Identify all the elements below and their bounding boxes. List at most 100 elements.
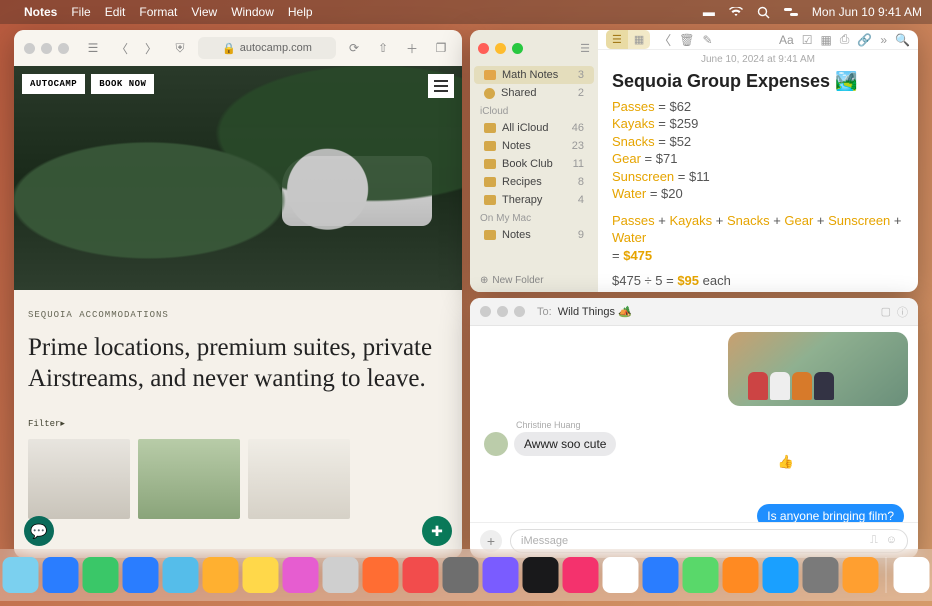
hamburger-menu-icon[interactable] bbox=[428, 74, 454, 98]
dock-launchpad-icon[interactable] bbox=[3, 557, 39, 593]
menu-edit[interactable]: Edit bbox=[105, 5, 126, 19]
folder-local-notes[interactable]: Notes9 bbox=[474, 226, 594, 244]
listing-thumbnail[interactable] bbox=[248, 439, 350, 519]
page-eyebrow: SEQUOIA ACCOMMODATIONS bbox=[28, 310, 448, 320]
notes-sidebar: ☰ Math Notes 3 Shared 2 iCloud All iClou… bbox=[470, 30, 598, 292]
trash-icon[interactable]: 🗑 bbox=[679, 33, 694, 47]
dock-pages-icon[interactable] bbox=[723, 557, 759, 593]
checklist-icon[interactable]: ☑ bbox=[802, 33, 813, 47]
menu-window[interactable]: Window bbox=[231, 5, 274, 19]
folder-icon bbox=[484, 123, 496, 133]
dock-facetime-icon[interactable] bbox=[243, 557, 279, 593]
folder-book-club[interactable]: Book Club11 bbox=[474, 155, 594, 173]
back-icon[interactable]: 〈 bbox=[111, 37, 133, 59]
avatar[interactable] bbox=[484, 432, 508, 456]
listing-thumbnail[interactable] bbox=[138, 439, 240, 519]
notes-window: ☰ Math Notes 3 Shared 2 iCloud All iClou… bbox=[470, 30, 918, 292]
traffic-lights[interactable] bbox=[478, 43, 523, 54]
control-center-icon[interactable] bbox=[784, 7, 798, 17]
dock-numbers-icon[interactable] bbox=[683, 557, 719, 593]
received-bubble[interactable]: Awww soo cute bbox=[514, 432, 616, 456]
dock-contacts-icon[interactable] bbox=[323, 557, 359, 593]
spotlight-icon[interactable] bbox=[757, 6, 770, 19]
dock-iphone-mirror-icon[interactable] bbox=[843, 557, 879, 593]
chat-fab-icon[interactable]: 💬 bbox=[24, 516, 54, 546]
note-datetime: June 10, 2024 at 9:41 AM bbox=[598, 50, 918, 67]
traffic-lights[interactable] bbox=[480, 306, 525, 317]
plus-icon: + bbox=[487, 533, 495, 549]
dock-news-icon[interactable] bbox=[563, 557, 599, 593]
dock-tv-icon[interactable] bbox=[483, 557, 519, 593]
emoji-picker-icon[interactable]: ☺ bbox=[886, 534, 897, 547]
dock-messages-icon[interactable] bbox=[83, 557, 119, 593]
compose-icon[interactable]: ✎ bbox=[703, 33, 713, 47]
search-icon[interactable]: 🔍 bbox=[895, 33, 910, 47]
listing-thumbnail[interactable] bbox=[28, 439, 130, 519]
dock-notes-icon[interactable] bbox=[403, 557, 439, 593]
folder-notes[interactable]: Notes23 bbox=[474, 137, 594, 155]
dock-music-icon[interactable] bbox=[523, 557, 559, 593]
sidebar-toggle-icon[interactable]: ☰ bbox=[580, 42, 590, 55]
shield-icon[interactable]: ⛨ bbox=[169, 37, 191, 59]
menubar: Notes File Edit Format View Window Help … bbox=[0, 0, 932, 24]
more-icon[interactable]: » bbox=[880, 33, 887, 47]
new-folder-button[interactable]: ⊕New Folder bbox=[470, 269, 598, 292]
info-icon[interactable]: ⓘ bbox=[897, 304, 908, 320]
table-icon[interactable]: ▦ bbox=[820, 33, 831, 47]
folder-shared[interactable]: Shared 2 bbox=[474, 84, 594, 102]
clock[interactable]: Mon Jun 10 9:41 AM bbox=[812, 5, 922, 19]
share-icon[interactable]: ⇧ bbox=[372, 37, 394, 59]
menu-help[interactable]: Help bbox=[288, 5, 313, 19]
dock-appstore-icon[interactable] bbox=[763, 557, 799, 593]
voice-message-icon[interactable]: ⎍ bbox=[870, 534, 878, 547]
folder-recipes[interactable]: Recipes8 bbox=[474, 173, 594, 191]
facetime-icon[interactable]: ▢ bbox=[881, 305, 891, 318]
accessibility-fab-icon[interactable]: ✚ bbox=[422, 516, 452, 546]
link-icon[interactable]: 🔗 bbox=[857, 33, 872, 47]
hero-image: AUTOCAMP BOOK NOW bbox=[14, 66, 462, 290]
menu-format[interactable]: Format bbox=[139, 5, 177, 19]
logo-chip[interactable]: AUTOCAMP bbox=[22, 74, 85, 94]
new-tab-icon[interactable]: ＋ bbox=[401, 37, 423, 59]
traffic-lights[interactable] bbox=[24, 43, 69, 54]
format-icon[interactable]: Aa bbox=[779, 33, 794, 47]
dock-reminders-icon[interactable] bbox=[363, 557, 399, 593]
media-icon[interactable]: ⎙ bbox=[840, 32, 850, 47]
filter-toggle[interactable]: Filter▸ bbox=[28, 419, 448, 429]
battery-icon[interactable]: ▬ bbox=[703, 5, 715, 19]
photo-message[interactable] bbox=[728, 332, 908, 406]
menu-app[interactable]: Notes bbox=[24, 5, 57, 19]
dock-mail-icon[interactable] bbox=[123, 557, 159, 593]
menu-view[interactable]: View bbox=[191, 5, 217, 19]
back-icon[interactable]: 〈 bbox=[658, 30, 671, 49]
folder-therapy[interactable]: Therapy4 bbox=[474, 191, 594, 209]
menu-file[interactable]: File bbox=[71, 5, 90, 19]
dock-photos-icon[interactable] bbox=[203, 557, 239, 593]
tabs-icon[interactable]: ❐ bbox=[430, 37, 452, 59]
view-toggle[interactable]: ☰▦ bbox=[606, 30, 650, 49]
sender-label: Christine Huang bbox=[516, 420, 908, 430]
folder-math-notes[interactable]: Math Notes 3 bbox=[474, 66, 594, 84]
dock-settings-icon[interactable] bbox=[803, 557, 839, 593]
note-editor[interactable]: Sequoia Group Expenses 🏞️ Passes = $62 K… bbox=[598, 67, 918, 292]
dock-keynote-icon[interactable] bbox=[643, 557, 679, 593]
url-field[interactable]: 🔒autocamp.com bbox=[198, 37, 336, 59]
forward-icon[interactable]: 〉 bbox=[140, 37, 162, 59]
dock-calendar-icon[interactable] bbox=[283, 557, 319, 593]
dock-safari-icon[interactable] bbox=[43, 557, 79, 593]
to-label: To: bbox=[537, 306, 552, 318]
dock-freeform-icon[interactable] bbox=[443, 557, 479, 593]
dock-podcasts-icon[interactable] bbox=[603, 557, 639, 593]
reload-icon[interactable]: ⟳ bbox=[343, 37, 365, 59]
sidebar-toggle-icon[interactable]: ☰ bbox=[82, 37, 104, 59]
folder-all-icloud[interactable]: All iCloud46 bbox=[474, 119, 594, 137]
book-now-button[interactable]: BOOK NOW bbox=[91, 74, 154, 94]
thumbs-up-reaction-icon[interactable]: 👍 bbox=[778, 454, 794, 470]
dock-downloads-icon[interactable] bbox=[894, 557, 930, 593]
messages-thread[interactable]: Christine Huang Awww soo cute 👍 Is anyon… bbox=[470, 326, 918, 522]
safari-toolbar: ☰ 〈 〉 ⛨ 🔒autocamp.com ⟳ ⇧ ＋ ❐ bbox=[14, 30, 462, 66]
wifi-icon[interactable] bbox=[729, 7, 743, 17]
chat-name[interactable]: Wild Things 🏕️ bbox=[558, 305, 632, 318]
dock-maps-icon[interactable] bbox=[163, 557, 199, 593]
sent-bubble[interactable]: Is anyone bringing film? bbox=[757, 504, 904, 522]
